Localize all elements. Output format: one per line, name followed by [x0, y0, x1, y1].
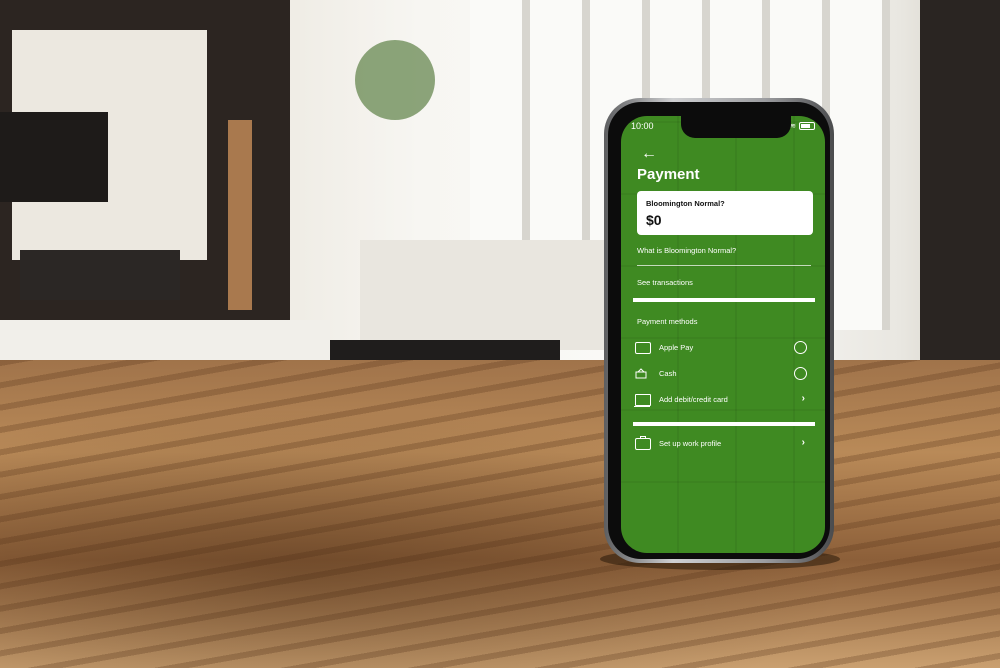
- apple-pay-radio[interactable]: [794, 341, 807, 354]
- cash-radio[interactable]: [794, 367, 807, 380]
- tv: [0, 112, 108, 202]
- balance-card[interactable]: Bloomington Normal? $0: [637, 191, 813, 235]
- back-arrow-icon[interactable]: ←: [641, 146, 657, 162]
- notch: [681, 116, 791, 138]
- phone: 10:00 ≋ ← Payment Bloomington Normal? $0…: [604, 98, 834, 563]
- payment-method-cash[interactable]: Cash: [635, 366, 811, 382]
- chevron-right-icon: ›: [801, 437, 805, 448]
- wooden-table: [0, 360, 1000, 668]
- right-dark-panel: [920, 0, 1000, 380]
- balance-amount: $0: [646, 212, 662, 228]
- battery-icon: [799, 122, 815, 130]
- divider: [637, 265, 811, 266]
- speaker: [20, 250, 180, 300]
- phone-screen: 10:00 ≋ ← Payment Bloomington Normal? $0…: [621, 116, 825, 553]
- photo-background: [0, 0, 1000, 668]
- cash-icon: [635, 368, 649, 379]
- see-transactions-link[interactable]: See transactions: [637, 278, 693, 287]
- wifi-icon: ≋: [790, 123, 796, 130]
- chevron-right-icon: ›: [801, 393, 805, 404]
- work-profile-label: Set up work profile: [659, 439, 722, 448]
- payment-method-label: Cash: [659, 369, 677, 378]
- section-separator: [633, 298, 815, 302]
- balance-label: Bloomington Normal?: [646, 199, 725, 208]
- section-separator: [633, 422, 815, 426]
- payment-method-label: Add debit/credit card: [659, 395, 728, 404]
- phone-bezel: 10:00 ≋ ← Payment Bloomington Normal? $0…: [608, 102, 830, 559]
- card-icon: [634, 394, 651, 407]
- payment-methods-title: Payment methods: [637, 317, 698, 326]
- work-profile-row[interactable]: Set up work profile ›: [635, 436, 811, 452]
- briefcase-icon: [635, 436, 651, 450]
- shelf: [0, 0, 290, 330]
- plant: [355, 40, 435, 120]
- add-card-row[interactable]: Add debit/credit card ›: [634, 392, 811, 408]
- payment-method-label: Apple Pay: [659, 343, 694, 352]
- what-is-link[interactable]: What is Bloomington Normal?: [637, 246, 736, 255]
- payment-method-apple-pay[interactable]: Apple Pay: [635, 340, 811, 356]
- sofa: [360, 240, 640, 350]
- apple-pay-icon: [635, 342, 651, 354]
- status-time: 10:00: [631, 121, 654, 131]
- shelf-post: [228, 120, 252, 310]
- page-title: Payment: [637, 166, 700, 183]
